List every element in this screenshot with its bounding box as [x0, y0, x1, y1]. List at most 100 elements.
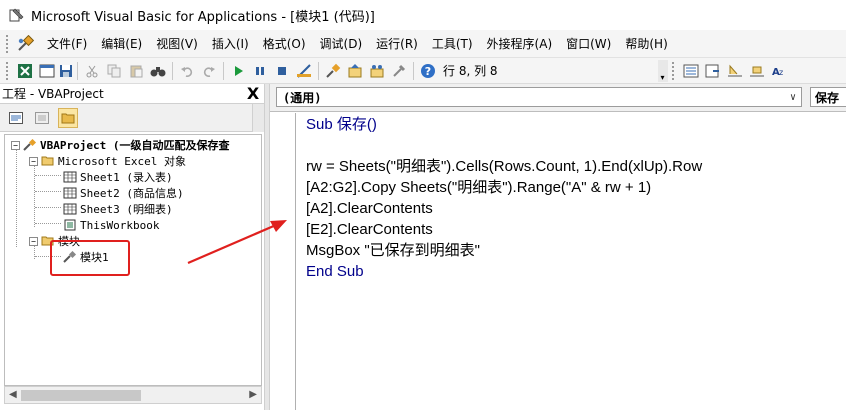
vba-menu-icon[interactable] [16, 34, 34, 53]
menu-view[interactable]: 视图(V) [149, 33, 205, 55]
quick-info-button[interactable] [724, 60, 746, 82]
procedure-dropdown[interactable]: 保存 [810, 87, 846, 107]
toggle-folders-button[interactable] [58, 107, 78, 128]
list-constants-icon [705, 64, 719, 77]
menu-addins[interactable]: 外接程序(A) [480, 33, 560, 55]
complete-word-button[interactable]: Az [768, 60, 790, 82]
list-constants-button[interactable] [702, 60, 724, 82]
view-code-button[interactable] [6, 108, 26, 128]
menu-insert[interactable]: 插入(I) [205, 33, 256, 55]
standard-toolbar: ? 行 8, 列 8 ▾ Az [0, 58, 846, 84]
toolbar-separator [223, 61, 224, 80]
edit-toolbar-grip[interactable] [671, 61, 676, 80]
code-line-1[interactable]: Sub 保存() [306, 114, 377, 135]
view-object-icon [35, 111, 49, 124]
vba-app-icon [9, 8, 24, 22]
toolbar-grip[interactable] [6, 61, 10, 80]
parameter-info-button[interactable] [746, 60, 768, 82]
break-button[interactable] [249, 60, 271, 82]
code-line-5[interactable]: [A2].ClearContents [306, 198, 433, 219]
close-icon[interactable]: X [244, 84, 262, 103]
excel-view-button[interactable] [14, 60, 36, 82]
insert-userform-button[interactable] [36, 60, 58, 82]
tree-label-sheet2: Sheet2 (商品信息) [80, 187, 184, 200]
tree-label-vbaproject: VBAProject (一级自动匹配及保存查 [40, 139, 230, 152]
complete-word-icon: Az [772, 67, 783, 78]
project-pane-header: 工程 - VBAProject X [0, 84, 264, 104]
object-dropdown[interactable]: (通用) ∨ [276, 87, 802, 107]
vba-project-icon [23, 139, 37, 151]
tree-node-sheet1[interactable]: Sheet1 (录入表) [63, 169, 173, 185]
collapse-icon[interactable]: − [29, 236, 38, 246]
tree-label-sheet1: Sheet1 (录入表) [80, 171, 173, 184]
project-explorer-button[interactable] [322, 60, 344, 82]
undo-icon [181, 66, 193, 77]
tree-node-sheet2[interactable]: Sheet2 (商品信息) [63, 185, 184, 201]
run-button[interactable] [227, 60, 249, 82]
paste-button[interactable] [125, 60, 147, 82]
scroll-left-icon[interactable]: ◀ [9, 389, 17, 400]
excel-icon [18, 63, 32, 78]
find-button[interactable] [147, 60, 169, 82]
project-pane-toolbar [0, 104, 264, 132]
project-tree[interactable]: − VBAProject (一级自动匹配及保存查 − Microsoft Exc… [4, 134, 262, 386]
code-line-7[interactable]: MsgBox "已保存到明细表" [306, 240, 480, 261]
open-folder-icon [41, 156, 54, 166]
properties-button[interactable] [344, 60, 366, 82]
menu-help[interactable]: 帮助(H) [618, 33, 674, 55]
menu-edit[interactable]: 编辑(E) [94, 33, 149, 55]
menu-debug[interactable]: 调试(D) [313, 33, 370, 55]
tree-node-vbaproject[interactable]: − VBAProject (一级自动匹配及保存查 [11, 137, 229, 153]
reset-button[interactable] [271, 60, 293, 82]
tree-horizontal-scrollbar[interactable]: ◀ ▶ [4, 386, 262, 404]
cursor-position: 行 8, 列 8 [443, 64, 498, 78]
code-line-8[interactable]: End Sub [306, 261, 364, 282]
svg-text:?: ? [425, 65, 431, 78]
save-button[interactable] [58, 60, 74, 82]
toolbox-icon [393, 64, 406, 77]
list-properties-button[interactable] [680, 60, 702, 82]
code-line-6[interactable]: [E2].ClearContents [306, 219, 433, 240]
save-icon [60, 64, 72, 77]
copy-button[interactable] [103, 60, 125, 82]
tree-node-thisworkbook[interactable]: ThisWorkbook [63, 217, 159, 233]
collapse-icon[interactable]: − [11, 140, 20, 150]
tree-label-sheet3: Sheet3 (明细表) [80, 203, 173, 216]
svg-text:z: z [779, 68, 783, 77]
tree-label-thisworkbook: ThisWorkbook [80, 218, 160, 232]
tree-label-excel-objects: Microsoft Excel 对象 [58, 155, 186, 168]
view-object-button[interactable] [32, 108, 52, 128]
scroll-right-icon[interactable]: ▶ [249, 389, 257, 400]
project-pane-title: 工程 - VBAProject [2, 87, 104, 101]
redo-button[interactable] [198, 60, 220, 82]
quick-info-icon [727, 64, 742, 76]
chevron-down-icon[interactable]: ∨ [785, 92, 801, 103]
toolbar-overflow-chevron[interactable]: ▾ [657, 59, 668, 82]
cut-button[interactable] [81, 60, 103, 82]
properties-icon [348, 63, 362, 77]
code-line-3[interactable]: rw = Sheets("明细表").Cells(Rows.Count, 1).… [306, 156, 702, 177]
menu-run[interactable]: 运行(R) [369, 33, 425, 55]
menu-format[interactable]: 格式(O) [256, 33, 313, 55]
pane-splitter[interactable] [264, 84, 270, 410]
menu-window[interactable]: 窗口(W) [559, 33, 618, 55]
undo-button[interactable] [176, 60, 198, 82]
menu-file[interactable]: 文件(F) [40, 33, 94, 55]
code-editor[interactable]: Sub 保存() rw = Sheets("明细表").Cells(Rows.C… [296, 113, 846, 410]
tree-node-excel-objects[interactable]: − Microsoft Excel 对象 [29, 153, 186, 169]
object-browser-icon [370, 64, 384, 77]
menu-tools[interactable]: 工具(T) [425, 33, 480, 55]
design-mode-button[interactable] [293, 60, 315, 82]
code-line-4[interactable]: [A2:G2].Copy Sheets("明细表").Range("A" & r… [306, 177, 651, 198]
object-browser-button[interactable] [366, 60, 388, 82]
help-button[interactable]: ? [417, 60, 439, 82]
parameter-info-icon [749, 66, 764, 76]
scrollbar-thumb[interactable] [21, 390, 141, 401]
code-margin[interactable] [278, 113, 296, 410]
menu-bar: 文件(F) 编辑(E) 视图(V) 插入(I) 格式(O) 调试(D) 运行(R… [0, 30, 846, 58]
tree-vertical-scrollbar[interactable] [252, 104, 264, 132]
collapse-icon[interactable]: − [29, 156, 38, 166]
menubar-grip[interactable] [6, 34, 10, 53]
toolbox-button[interactable] [388, 60, 410, 82]
tree-node-sheet3[interactable]: Sheet3 (明细表) [63, 201, 173, 217]
